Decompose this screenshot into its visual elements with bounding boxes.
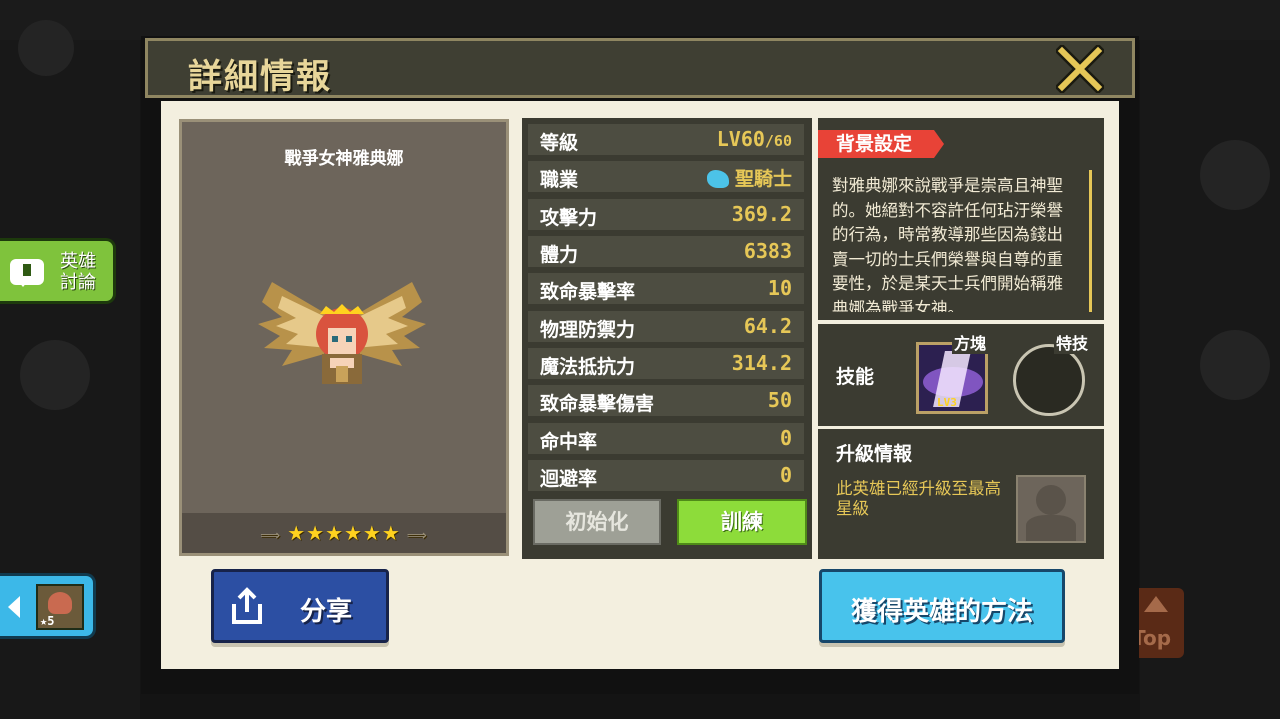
modal-body: 戰爭女神雅典娜 ★★★★★★	[161, 101, 1119, 669]
hero-name: 戰爭女神雅典娜	[284, 149, 404, 169]
reset-button[interactable]: 初始化	[533, 499, 661, 545]
stat-label: 物理防禦力	[540, 319, 636, 341]
how-to-obtain-hero-button[interactable]: 獲得英雄的方法	[819, 569, 1065, 643]
stat-row-attack: 攻擊力 369.2	[528, 199, 804, 230]
skill-level: LV3	[937, 396, 957, 409]
hero-detail-modal: 詳細情報 戰爭女神雅典娜 ⟹ ★★★★★★ ⟹ 等級 LV60/60 職業 聖騎…	[141, 36, 1139, 694]
stat-row-evasion: 迴避率 0	[528, 460, 804, 491]
modal-title: 詳細情報	[188, 57, 332, 97]
stat-value: 369.2	[731, 202, 792, 226]
stat-label: 致命暴擊傷害	[540, 393, 655, 415]
skill-type-label: 特技	[1054, 330, 1091, 354]
hero-silhouette-icon	[1016, 475, 1086, 543]
stat-label: 體力	[540, 244, 579, 266]
stat-row-magic-resist: 魔法抵抗力 314.2	[528, 348, 804, 379]
stat-value: 50	[767, 388, 792, 412]
skills-label: 技能	[836, 366, 875, 388]
stat-value: LV60/60	[716, 127, 792, 151]
upgrade-text: 此英雄已經升級至最高星級	[836, 479, 1001, 518]
background-avatar	[18, 20, 74, 76]
stats-table: 等級 LV60/60 職業 聖騎士 攻擊力 369.2 體力 6383 致命暴擊…	[522, 118, 812, 559]
skill-slot-special[interactable]	[1013, 344, 1085, 416]
background-right-icon	[1200, 330, 1270, 400]
stat-row-physical-defense: 物理防禦力 64.2	[528, 311, 804, 342]
stat-label: 迴避率	[540, 468, 598, 490]
chat-bubble-icon	[10, 259, 44, 287]
stat-label: 魔法抵抗力	[540, 356, 636, 378]
stat-value: 10	[767, 276, 792, 300]
paladin-class-icon	[706, 170, 729, 188]
hero-card: 戰爭女神雅典娜 ★★★★★★	[179, 119, 509, 556]
background-top-bar	[0, 0, 1280, 40]
stat-row-hp: 體力 6383	[528, 236, 804, 267]
stat-row-crit-damage: 致命暴擊傷害 50	[528, 385, 804, 416]
arrow-left-icon	[8, 596, 20, 618]
upgrade-label: 升級情報	[836, 443, 913, 465]
stat-label: 攻擊力	[540, 207, 598, 229]
background-lore-text[interactable]: 對雅典娜來說戰爭是崇高且神聖的。她絕對不容許任何玷汙榮譽的行為，時常教導那些因為…	[832, 174, 1072, 312]
stat-label: 等級	[540, 132, 579, 154]
lore-scrollbar[interactable]	[1089, 170, 1092, 312]
stat-label: 職業	[540, 169, 579, 191]
stat-value: 0	[779, 426, 792, 450]
modal-title-bar: 詳細情報	[145, 38, 1135, 98]
stat-row-class: 職業 聖騎士	[528, 161, 804, 192]
upgrade-info-panel: 升級情報 此英雄已經升級至最高星級	[818, 429, 1104, 559]
background-lore-panel: 背景設定 對雅典娜來說戰爭是崇高且神聖的。她絕對不容許任何玷汙榮譽的行為，時常教…	[818, 118, 1104, 320]
stat-row-level: 等級 LV60/60	[528, 124, 804, 155]
stat-row-crit-rate: 致命暴擊率 10	[528, 273, 804, 304]
stat-label: 致命暴擊率	[540, 281, 636, 303]
close-button[interactable]	[1054, 43, 1106, 95]
background-settings-icon	[20, 340, 90, 410]
stat-value: 314.2	[731, 351, 792, 375]
stat-value: 6383	[743, 239, 792, 263]
stat-label: 命中率	[540, 431, 598, 453]
hero-switch-tab[interactable]: ★5	[0, 573, 96, 639]
stat-value: 聖騎士	[706, 164, 792, 191]
close-icon	[1054, 43, 1106, 95]
background-tag: 背景設定	[818, 130, 945, 158]
hero-star-rank: ★★★★★★	[182, 513, 506, 553]
skills-panel: 技能 LV3 方塊 特技	[818, 324, 1104, 426]
share-button[interactable]: 分享	[211, 569, 389, 643]
hero-discussion-label: 英雄討論	[60, 251, 96, 293]
share-label: 分享	[300, 597, 353, 627]
hero-thumbnail-stars: ★5	[40, 614, 55, 628]
skill-type-label: 方塊	[952, 330, 989, 354]
hero-sprite	[258, 282, 426, 384]
how-to-obtain-label: 獲得英雄的方法	[850, 597, 1033, 627]
share-icon	[232, 587, 262, 624]
train-button[interactable]: 訓練	[677, 499, 807, 545]
stat-value: 64.2	[743, 314, 792, 338]
stat-value: 0	[779, 463, 792, 487]
background-right-icon	[1200, 140, 1270, 210]
hero-discussion-tab[interactable]: 英雄討論	[0, 238, 116, 304]
hero-stars: ★★★★★★	[182, 521, 506, 545]
stat-row-accuracy: 命中率 0	[528, 423, 804, 454]
